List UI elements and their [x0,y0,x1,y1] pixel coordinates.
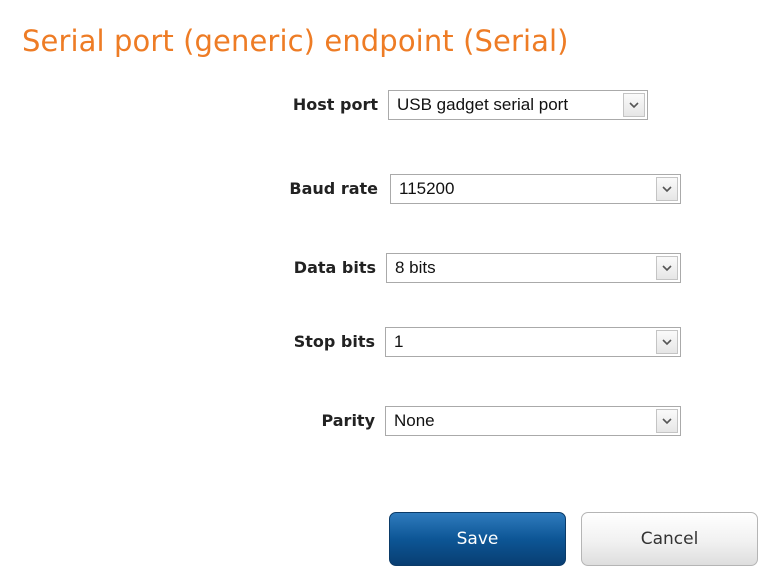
stop-bits-value: 1 [394,332,404,351]
host-port-row: Host port [0,90,378,122]
cancel-button[interactable]: Cancel [581,512,758,566]
host-port-label: Host port [292,95,378,114]
baud-rate-label: Baud rate [289,179,378,198]
data-bits-select[interactable]: 8 bits [386,253,681,283]
baud-rate-row: Baud rate [0,174,378,206]
baud-rate-select[interactable]: 115200 [390,174,681,204]
save-button[interactable]: Save [389,512,566,566]
stop-bits-row: Stop bits [0,327,375,359]
data-bits-value: 8 bits [395,258,436,277]
chevron-down-icon[interactable] [656,177,678,201]
data-bits-row: Data bits [0,253,376,285]
data-bits-label: Data bits [293,258,376,277]
page-title: Serial port (generic) endpoint (Serial) [22,24,569,58]
parity-label: Parity [321,411,375,430]
chevron-down-icon[interactable] [623,93,645,117]
chevron-down-icon[interactable] [656,330,678,354]
baud-rate-value: 115200 [399,179,455,198]
endpoint-settings-panel: Serial port (generic) endpoint (Serial) … [0,0,766,584]
parity-row: Parity [0,406,375,438]
stop-bits-label: Stop bits [293,332,375,351]
chevron-down-icon[interactable] [656,256,678,280]
chevron-down-icon[interactable] [656,409,678,433]
host-port-select[interactable]: USB gadget serial port [388,90,648,120]
parity-select[interactable]: None [385,406,681,436]
host-port-value: USB gadget serial port [397,95,569,114]
stop-bits-select[interactable]: 1 [385,327,681,357]
parity-value: None [394,411,435,430]
